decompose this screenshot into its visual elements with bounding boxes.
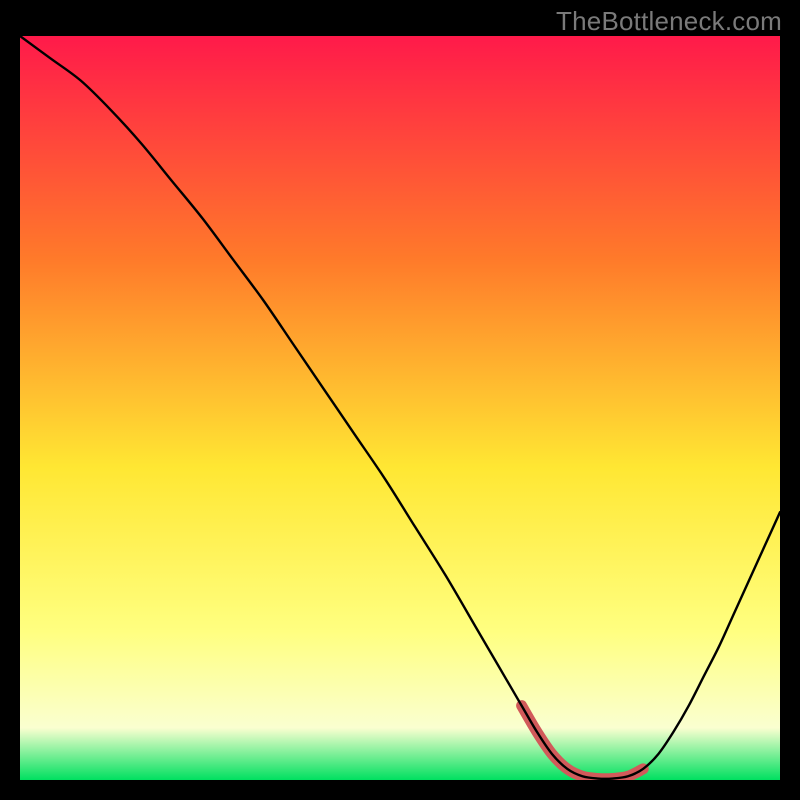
plot-frame <box>20 36 780 780</box>
gradient-background <box>20 36 780 780</box>
plot-area <box>20 36 780 780</box>
chart-svg <box>20 36 780 780</box>
watermark-text: TheBottleneck.com <box>556 6 782 37</box>
chart-container: TheBottleneck.com <box>0 0 800 800</box>
